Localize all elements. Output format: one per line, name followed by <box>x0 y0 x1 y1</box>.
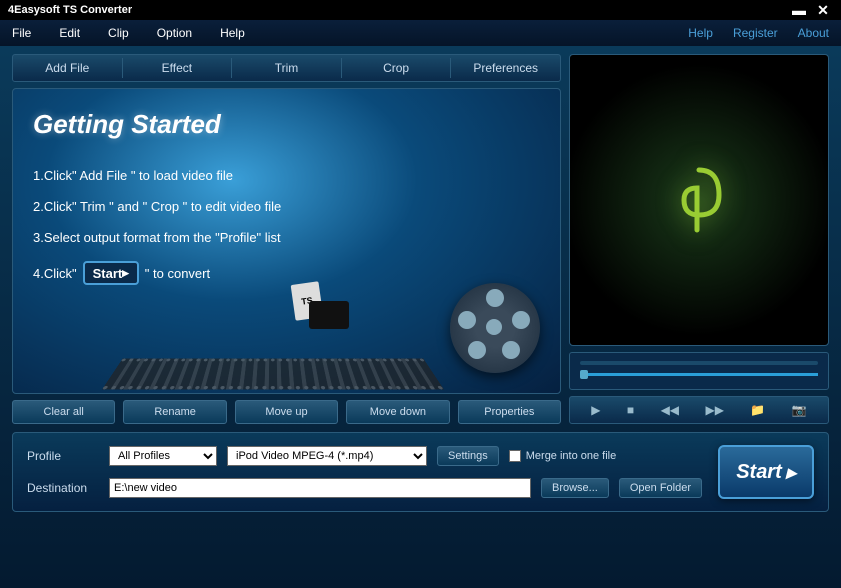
getting-started-heading: Getting Started <box>33 109 540 140</box>
clear-all-button[interactable]: Clear all <box>12 400 115 424</box>
profile-label: Profile <box>27 449 99 463</box>
toolbar-preferences[interactable]: Preferences <box>451 57 560 79</box>
move-up-button[interactable]: Move up <box>235 400 338 424</box>
getting-started-panel: Getting Started 1.Click" Add File " to l… <box>12 88 561 394</box>
menu-clip[interactable]: Clip <box>108 26 129 40</box>
profile-filter-select[interactable]: All Profiles <box>109 446 217 466</box>
progress-area <box>569 352 829 390</box>
step-1: 1.Click" Add File " to load video file <box>33 168 540 183</box>
ts-file-icon: TS <box>293 283 353 333</box>
seek-handle[interactable] <box>580 370 588 379</box>
link-help[interactable]: Help <box>688 26 713 40</box>
stop-button[interactable]: ■ <box>627 403 634 417</box>
destination-input[interactable] <box>109 478 531 498</box>
rename-button[interactable]: Rename <box>123 400 226 424</box>
close-button[interactable]: ✕ <box>813 2 833 18</box>
merge-label: Merge into one file <box>526 450 617 462</box>
film-reel-icon <box>450 283 540 373</box>
toolbar-effect[interactable]: Effect <box>123 57 232 79</box>
settings-button[interactable]: Settings <box>437 446 499 466</box>
player-controls: ▶ ■ ◀◀ ▶▶ 📁 📷 <box>569 396 829 424</box>
menu-help[interactable]: Help <box>220 26 245 40</box>
link-about[interactable]: About <box>798 26 829 40</box>
step-4: 4.Click" Start▸ " to convert <box>33 261 540 285</box>
progress-bar <box>580 361 818 365</box>
toolbar-crop[interactable]: Crop <box>342 57 451 79</box>
menu-edit[interactable]: Edit <box>59 26 80 40</box>
start-button[interactable]: Start▸ <box>718 445 814 499</box>
start-mini-icon: Start▸ <box>83 261 139 285</box>
destination-label: Destination <box>27 481 99 495</box>
titlebar: 4Easysoft TS Converter ▬ ✕ <box>0 0 841 20</box>
link-register[interactable]: Register <box>733 26 778 40</box>
step-2: 2.Click" Trim " and " Crop " to edit vid… <box>33 199 540 214</box>
seek-bar[interactable] <box>580 373 818 376</box>
toolbar-trim[interactable]: Trim <box>232 57 341 79</box>
open-folder-button[interactable]: Open Folder <box>619 478 702 498</box>
next-button[interactable]: ▶▶ <box>705 403 723 417</box>
properties-button[interactable]: Properties <box>458 400 561 424</box>
play-button[interactable]: ▶ <box>591 403 600 417</box>
profile-format-select[interactable]: iPod Video MPEG-4 (*.mp4) <box>227 446 427 466</box>
menubar: File Edit Clip Option Help Help Register… <box>0 20 841 46</box>
snapshot-button[interactable]: 📷 <box>792 403 807 417</box>
logo-icon <box>659 160 739 240</box>
minimize-button[interactable]: ▬ <box>789 2 809 18</box>
toolbar: Add File Effect Trim Crop Preferences <box>12 54 561 82</box>
window-title: 4Easysoft TS Converter <box>8 4 785 16</box>
prev-button[interactable]: ◀◀ <box>661 403 679 417</box>
bottom-panel: Profile All Profiles iPod Video MPEG-4 (… <box>12 432 829 512</box>
move-down-button[interactable]: Move down <box>346 400 449 424</box>
browse-button[interactable]: Browse... <box>541 478 609 498</box>
step-3: 3.Select output format from the "Profile… <box>33 230 540 245</box>
open-button[interactable]: 📁 <box>750 403 765 417</box>
film-strip-icon <box>102 359 444 390</box>
toolbar-add-file[interactable]: Add File <box>13 57 122 79</box>
preview-area <box>569 54 829 346</box>
merge-checkbox[interactable] <box>509 450 521 462</box>
menu-file[interactable]: File <box>12 26 31 40</box>
menu-option[interactable]: Option <box>157 26 192 40</box>
